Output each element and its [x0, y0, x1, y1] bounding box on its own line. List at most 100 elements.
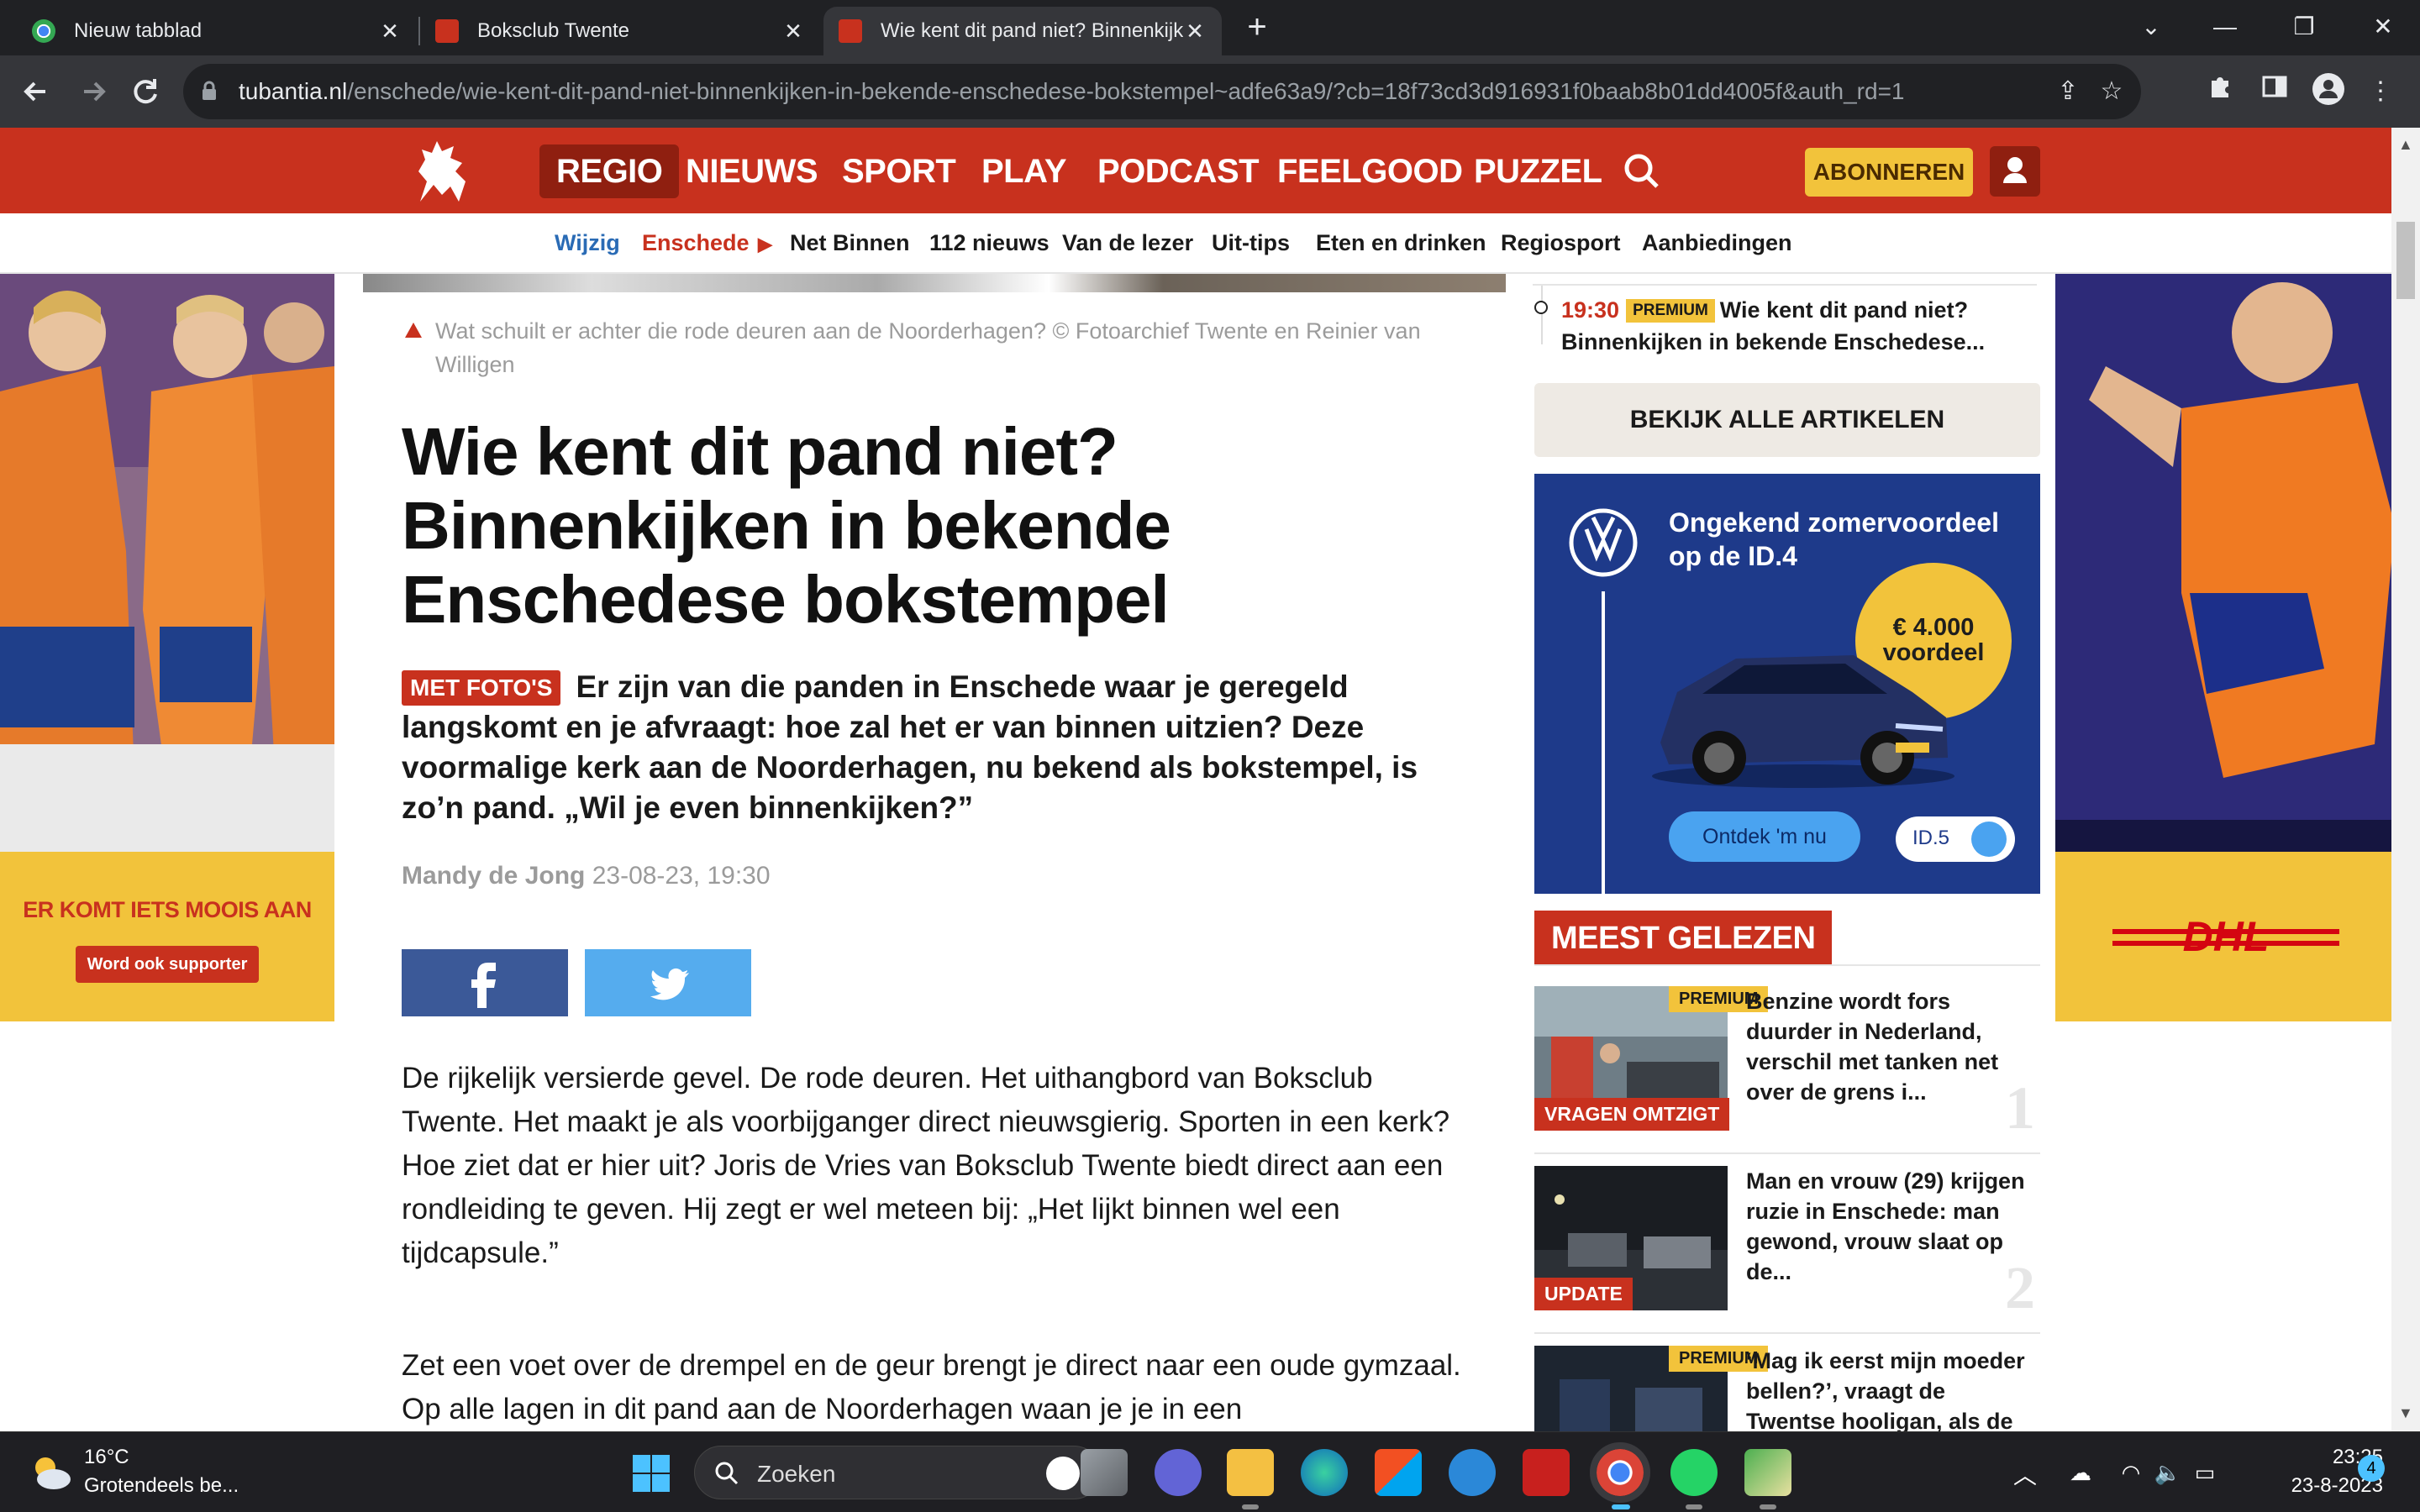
tab-search-button[interactable]: ⌄ [2131, 8, 2171, 45]
close-icon[interactable]: ✕ [1183, 18, 1207, 45]
toggle-label: ID.5 [1912, 827, 1950, 849]
article-paragraph: De rijkelijk versierde gevel. De rode de… [402, 1062, 1450, 1269]
premium-badge: PREMIUM [1626, 299, 1715, 323]
item-divider [1534, 1152, 2040, 1154]
view-all-articles-button[interactable]: BEKIJK ALLE ARTIKELEN [1534, 383, 2040, 457]
nav-play[interactable]: PLAY [965, 144, 1083, 198]
nav-puzzel[interactable]: PUZZEL [1457, 144, 1619, 198]
scroll-down-arrow-icon[interactable]: ▼ [2398, 1404, 2413, 1422]
publish-date: 23-08-23, 19:30 [592, 862, 771, 890]
share-icon[interactable]: ⇪ [2049, 72, 2087, 111]
weather-temperature[interactable]: 16°C [84, 1446, 129, 1469]
facebook-icon [471, 963, 496, 1008]
onedrive-cloud-icon[interactable]: ☁ [2064, 1456, 2097, 1489]
latest-news-item[interactable]: 19:30 PREMIUM Wie kent dit pand niet? Binn… [1561, 294, 2032, 358]
most-read-item-3[interactable]: PREMIUM ‘Mag ik eerst mijn moeder bellen… [1534, 1346, 2040, 1431]
maximize-button[interactable]: ❐ [2284, 8, 2324, 45]
discover-button[interactable]: Ontdek 'm nu [1669, 811, 1860, 862]
minimize-button[interactable]: — [2205, 8, 2245, 45]
battery-icon[interactable]: ▭ [2188, 1456, 2222, 1489]
arrow-left-icon [24, 81, 45, 102]
weather-description[interactable]: Grotendeels be... [84, 1474, 239, 1498]
nav-sport[interactable]: SPORT [825, 144, 972, 198]
subnav-item-eten-en-drinken[interactable]: Eten en drinken [1316, 230, 1486, 256]
whatsapp-icon[interactable] [1670, 1449, 1718, 1496]
tab-boksclub-twente[interactable]: Boksclub Twente ✕ [420, 7, 820, 55]
scrollbar-thumb[interactable] [2396, 222, 2415, 299]
subnav-region[interactable]: Enschede [642, 230, 750, 256]
close-window-button[interactable]: ✕ [2363, 8, 2403, 45]
microsoft-store-icon[interactable] [1375, 1449, 1422, 1496]
subnav-item-regiosport[interactable]: Regiosport [1501, 230, 1621, 256]
volume-icon[interactable]: 🔈 [2151, 1456, 2185, 1489]
subnav-item-van-de-lezer[interactable]: Van de lezer [1062, 230, 1193, 256]
forward-button[interactable] [74, 72, 113, 111]
author-name[interactable]: Mandy de Jong [402, 862, 585, 890]
teams-chat-icon[interactable] [1155, 1449, 1202, 1496]
new-tab-button[interactable]: + [1240, 10, 1274, 45]
volkswagen-ad[interactable]: Ongekend zomervoordeel op de ID.4 € 4.00… [1534, 474, 2040, 894]
weather-cloud-sun-icon[interactable] [27, 1449, 74, 1496]
side-panel-icon[interactable] [2255, 72, 2294, 111]
subnav-item-112-nieuws[interactable]: 112 nieuws [929, 230, 1050, 256]
search-icon[interactable] [1620, 150, 1664, 193]
ad-divider-line [1602, 591, 1605, 894]
lock-icon[interactable] [202, 81, 217, 101]
notepad-icon[interactable] [1744, 1449, 1791, 1496]
browser-menu-icon[interactable]: ⋮ [2361, 72, 2400, 111]
windows-start-icon[interactable] [632, 1454, 671, 1493]
right-side-ad[interactable]: DHL [2055, 274, 2420, 1021]
back-button[interactable] [17, 72, 55, 111]
wifi-icon[interactable]: ◠ [2114, 1456, 2148, 1489]
bookmark-star-icon[interactable]: ☆ [2092, 72, 2131, 111]
tips-icon[interactable] [1449, 1449, 1496, 1496]
most-read-item-2[interactable]: UPDATE Man en vrouw (29) krijgen ruzie i… [1534, 1166, 2040, 1334]
profile-icon[interactable] [2309, 72, 2348, 111]
nav-regio[interactable]: REGIO [539, 144, 680, 198]
running-indicator [1686, 1504, 1702, 1509]
url-text[interactable]: tubantia.nl/enschede/wie-kent-dit-pand-n… [239, 78, 1905, 105]
left-side-ad[interactable]: ER KOMT IETS MOOIS AAN Word ook supporte… [0, 274, 334, 1021]
address-bar[interactable]: tubantia.nl/enschede/wie-kent-dit-pand-n… [183, 64, 2141, 119]
file-explorer-icon[interactable] [1227, 1449, 1274, 1496]
notification-badge[interactable]: 4 [2358, 1455, 2385, 1482]
timeline-dot-icon [1534, 301, 1548, 314]
subscribe-button[interactable]: ABONNEREN [1805, 148, 1973, 197]
mcafee-icon[interactable] [1523, 1449, 1570, 1496]
task-view-icon[interactable] [1081, 1449, 1128, 1496]
nav-podcast[interactable]: PODCAST [1081, 144, 1276, 198]
close-icon[interactable]: ✕ [781, 18, 805, 45]
notification-count: 4 [2358, 1455, 2385, 1482]
bing-icon[interactable] [1046, 1457, 1080, 1490]
taskbar-search[interactable]: Zoeken [694, 1446, 1101, 1499]
subnav-change-region[interactable]: Wijzig [555, 230, 620, 256]
model-toggle[interactable]: ID.5 [1896, 816, 2015, 862]
scroll-up-arrow-icon[interactable]: ▲ [2398, 136, 2413, 154]
tubantia-horse-logo[interactable] [403, 134, 479, 208]
edge-icon[interactable] [1301, 1449, 1348, 1496]
tab-new-tab[interactable]: Nieuw tabblad ✕ [17, 7, 417, 55]
volkswagen-logo [1569, 508, 1638, 577]
share-facebook-button[interactable] [402, 949, 568, 1016]
nav-nieuws[interactable]: NIEUWS [669, 144, 834, 198]
timeline-line [1541, 286, 1543, 344]
latest-news-divider [1533, 284, 2037, 286]
account-button[interactable] [1990, 146, 2040, 197]
chevron-up-icon[interactable]: ︿ [2013, 1457, 2037, 1491]
tab-article[interactable]: Wie kent dit pand niet? Binnenkijken in … [823, 7, 1222, 55]
chrome-icon[interactable] [1590, 1442, 1650, 1503]
subnav-item-net-binnen[interactable]: Net Binnen [790, 230, 910, 256]
dhl-logo: DHL [2112, 913, 2339, 960]
close-icon[interactable]: ✕ [378, 18, 402, 45]
reload-button[interactable] [126, 72, 165, 111]
subnav-item-aanbiedingen[interactable]: Aanbiedingen [1642, 230, 1792, 256]
most-read-title: Man en vrouw (29) krijgen ruzie in Ensch… [1746, 1168, 2025, 1284]
extensions-puzzle-icon[interactable] [2202, 72, 2240, 111]
share-twitter-button[interactable] [585, 949, 751, 1016]
subnav-item-uit-tips[interactable]: Uit-tips [1212, 230, 1290, 256]
most-read-item-1[interactable]: PREMIUM VRAGEN OMTZIGT Benzine wordt for… [1534, 986, 2040, 1154]
page-scrollbar[interactable]: ▲ ▼ [2391, 128, 2420, 1431]
become-supporter-button[interactable]: Word ook supporter [76, 946, 259, 983]
user-icon [2003, 157, 2027, 183]
nav-feelgood[interactable]: FEELGOOD [1260, 144, 1479, 198]
